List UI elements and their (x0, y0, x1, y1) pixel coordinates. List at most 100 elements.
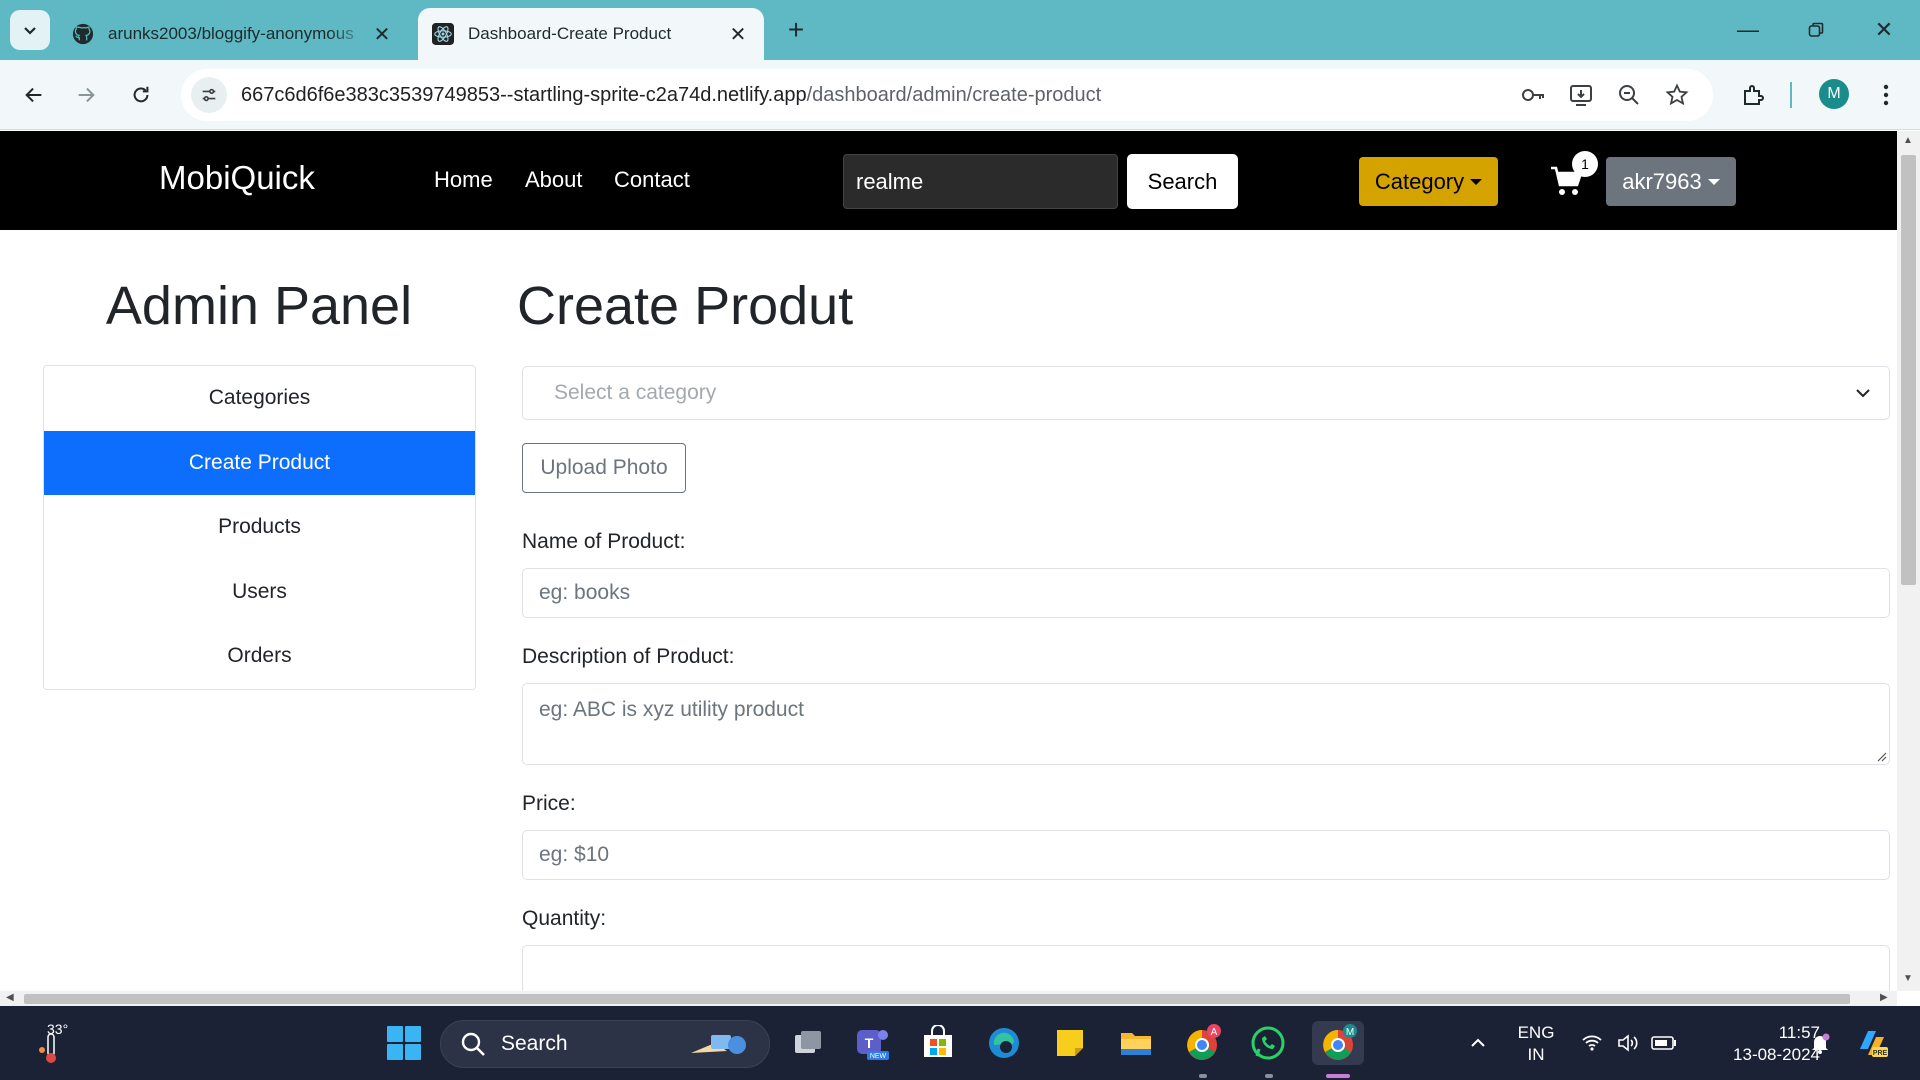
site-search-button[interactable]: Search (1127, 154, 1238, 209)
menu-item-users[interactable]: Users (44, 559, 475, 624)
copilot-icon[interactable]: PRE (1850, 1021, 1894, 1065)
page-title: Create Produt (517, 276, 854, 336)
language-region: IN (1527, 1045, 1545, 1064)
notification-bell-icon[interactable] (1798, 1021, 1842, 1065)
back-icon[interactable] (14, 75, 54, 115)
close-tab-icon[interactable]: ✕ (724, 20, 752, 48)
temperature-text: 33° (47, 1021, 69, 1037)
brand-logo[interactable]: MobiQuick (159, 159, 315, 197)
user-name: akr7963 (1622, 168, 1702, 194)
install-app-icon[interactable] (1565, 79, 1597, 111)
edge-icon[interactable] (982, 1021, 1026, 1065)
new-tab-icon[interactable]: + (780, 14, 812, 46)
github-icon (72, 23, 94, 45)
url-text: 667c6d6f6e383c3539749853--startling-spri… (241, 84, 1101, 107)
chrome-profile-a-icon[interactable]: A (1180, 1021, 1224, 1065)
minimize-icon[interactable]: — (1720, 8, 1776, 52)
chevron-down-icon (1856, 389, 1870, 398)
tab-search-button[interactable] (10, 10, 50, 50)
tab-title: Dashboard-Create Product (468, 24, 672, 43)
vertical-scroll-thumb[interactable] (1901, 155, 1916, 585)
toolbar-divider (1790, 82, 1792, 108)
chrome-profile-m-icon[interactable]: M (1312, 1021, 1364, 1065)
whatsapp-icon[interactable] (1246, 1021, 1290, 1065)
menu-item-products[interactable]: Products (44, 495, 475, 560)
tray-chevron-up-icon[interactable] (1458, 1021, 1498, 1065)
battery-icon[interactable] (1644, 1021, 1684, 1065)
category-label: Category (1374, 168, 1465, 194)
category-select[interactable]: Select a category (522, 366, 1890, 420)
password-key-icon[interactable] (1517, 79, 1549, 111)
scroll-down-icon[interactable]: ▼ (1903, 973, 1913, 984)
caret-down-icon (1470, 178, 1483, 185)
name-label: Name of Product: (522, 530, 686, 553)
description-label: Description of Product: (522, 645, 735, 668)
resize-handle-icon[interactable] (1875, 750, 1887, 762)
tab-title: arunks2003/bloggify-anonymous (108, 24, 354, 43)
nav-link-home[interactable]: Home (434, 167, 493, 193)
browser-toolbar: 667c6d6f6e383c3539749853--startling-spri… (0, 60, 1920, 130)
active-indicator (1326, 1074, 1350, 1078)
taskbar-search[interactable]: Search (440, 1020, 770, 1068)
language-code: ENG (1517, 1023, 1555, 1042)
menu-item-categories[interactable]: Categories (44, 366, 475, 431)
vertical-scrollbar[interactable]: ▲ ▼ (1897, 131, 1920, 991)
volume-icon[interactable] (1608, 1021, 1648, 1065)
user-dropdown-button[interactable]: akr7963 (1606, 157, 1736, 206)
scroll-left-icon[interactable]: ◀ (6, 992, 14, 1003)
category-select-placeholder: Select a category (554, 381, 717, 404)
scroll-right-icon[interactable]: ▶ (1880, 992, 1888, 1003)
page-viewport: MobiQuick Home About Contact realme Sear… (0, 131, 1920, 1006)
language-indicator[interactable]: ENG IN (1508, 1022, 1564, 1066)
menu-item-orders[interactable]: Orders (44, 624, 475, 689)
zoom-icon[interactable] (1613, 79, 1645, 111)
admin-menu: Categories Create Product Products Users… (43, 365, 476, 690)
cart-count-badge: 1 (1572, 151, 1598, 177)
price-label: Price: (522, 792, 576, 815)
svg-text:M: M (1346, 1027, 1354, 1038)
address-bar[interactable]: 667c6d6f6e383c3539749853--startling-spri… (181, 69, 1713, 121)
description-placeholder: eg: ABC is xyz utility product (539, 698, 804, 721)
microsoft-store-icon[interactable] (916, 1021, 960, 1065)
reload-icon[interactable] (121, 75, 161, 115)
restore-icon[interactable] (1788, 8, 1844, 52)
running-indicator (1199, 1074, 1207, 1078)
task-view-icon[interactable] (786, 1021, 830, 1065)
sticky-notes-icon[interactable] (1048, 1021, 1092, 1065)
horizontal-scrollbar[interactable]: ◀ ▶ (0, 991, 1897, 1006)
price-input[interactable]: eg: $10 (522, 830, 1890, 880)
product-name-input[interactable]: eg: books (522, 568, 1890, 618)
product-description-textarea[interactable]: eg: ABC is xyz utility product (522, 683, 1890, 765)
menu-kebab-icon[interactable] (1866, 75, 1906, 115)
profile-avatar[interactable]: M (1819, 79, 1849, 109)
quantity-label: Quantity: (522, 907, 607, 930)
forward-icon[interactable] (66, 75, 106, 115)
browser-tab-bar: arunks2003/bloggify-anonymous ✕ Dashboar… (0, 0, 1920, 60)
category-dropdown-button[interactable]: Category (1359, 157, 1498, 206)
site-search-input[interactable]: realme (843, 154, 1118, 209)
bookmark-star-icon[interactable] (1661, 79, 1693, 111)
close-tab-icon[interactable]: ✕ (368, 20, 396, 48)
windows-start-icon[interactable] (382, 1021, 426, 1065)
wifi-icon[interactable] (1572, 1021, 1612, 1065)
tab-github[interactable]: arunks2003/bloggify-anonymous ✕ (58, 8, 408, 60)
teams-icon[interactable]: T NEW (850, 1021, 894, 1065)
close-window-icon[interactable]: ✕ (1856, 8, 1912, 52)
url-host: 667c6d6f6e383c3539749853--startling-spri… (241, 83, 807, 106)
taskbar-search-label: Search (501, 1032, 568, 1055)
menu-item-create-product[interactable]: Create Product (44, 430, 475, 495)
horizontal-scroll-thumb[interactable] (24, 994, 1850, 1004)
extensions-icon[interactable] (1733, 75, 1773, 115)
nav-link-about[interactable]: About (525, 167, 583, 193)
nav-link-contact[interactable]: Contact (614, 167, 690, 193)
caret-down-icon (1707, 178, 1720, 185)
url-path: /dashboard/admin/create-product (806, 83, 1102, 106)
site-navbar: MobiQuick Home About Contact realme Sear… (0, 131, 1897, 230)
file-explorer-icon[interactable] (1114, 1021, 1158, 1065)
upload-photo-button[interactable]: Upload Photo (522, 443, 686, 493)
chevron-down-icon (24, 27, 36, 35)
svg-text:PRE: PRE (1873, 1050, 1888, 1057)
tab-dashboard[interactable]: Dashboard-Create Product ✕ (418, 8, 764, 60)
scroll-up-icon[interactable]: ▲ (1903, 135, 1913, 146)
site-info-icon[interactable] (191, 77, 227, 113)
